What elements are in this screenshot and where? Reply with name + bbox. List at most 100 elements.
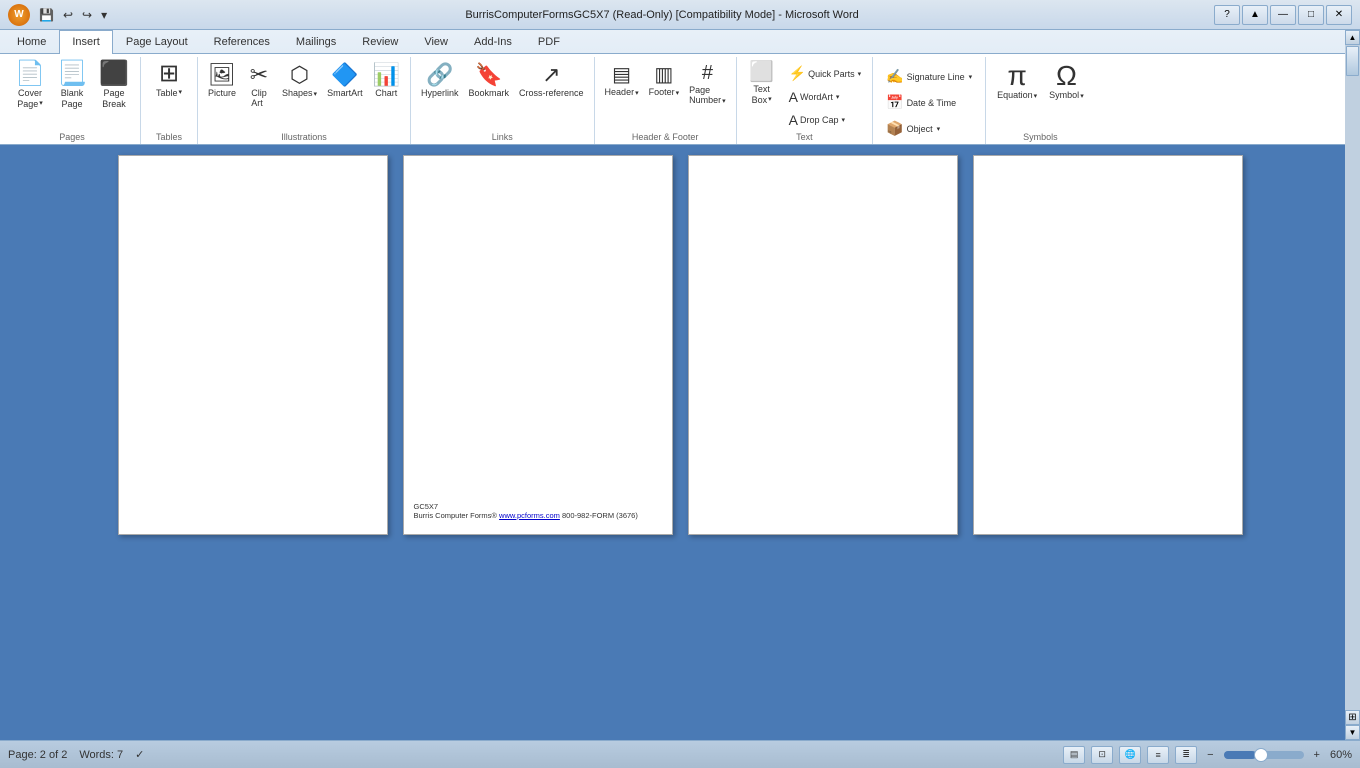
minimize-window-button[interactable]: —: [1270, 5, 1296, 25]
page-4: [973, 155, 1243, 535]
footer-line2: Burris Computer Forms® www.pcforms.com 8…: [414, 511, 638, 520]
bookmark-icon: 🔖: [475, 62, 502, 88]
zoom-plus-button[interactable]: +: [1314, 749, 1320, 761]
symbol-icon: Ω: [1056, 62, 1077, 90]
help-button[interactable]: ?: [1214, 5, 1240, 25]
object-icon: 📦: [886, 120, 903, 137]
tab-view[interactable]: View: [411, 30, 461, 53]
symbols-group: π Equation▾ Ω Symbol▾ Symbols: [986, 57, 1095, 144]
ribbon: Home Insert Page Layout References Maili…: [0, 30, 1360, 145]
symbol-button[interactable]: Ω Symbol▾: [1044, 59, 1089, 103]
equation-icon: π: [1007, 62, 1026, 90]
zoom-minus-button[interactable]: −: [1207, 749, 1213, 761]
signature-line-button[interactable]: ✍ Signature Line▾: [879, 65, 979, 88]
wordart-icon: A: [789, 89, 798, 105]
text-box-button[interactable]: ⬜ TextBox▾: [743, 59, 781, 109]
vertical-scrollbar[interactable]: ▲ ⊞ ▼: [1345, 30, 1360, 740]
smartart-icon: 🔷: [331, 62, 358, 88]
print-layout-view-button[interactable]: ▤: [1063, 746, 1085, 764]
scroll-resize-grip[interactable]: ⊞: [1345, 710, 1360, 725]
redo-button[interactable]: ↪: [79, 7, 95, 23]
tab-review[interactable]: Review: [349, 30, 411, 53]
object-button[interactable]: 📦 Object▾: [879, 117, 947, 140]
header-button[interactable]: ▤ Header▾: [601, 59, 643, 100]
quick-parts-button[interactable]: ⚡Quick Parts▾: [784, 63, 866, 84]
signature-group: ✍ Signature Line▾ 📅 Date & Time 📦 Object…: [873, 57, 986, 144]
text-group: ⬜ TextBox▾ ⚡Quick Parts▾ AWordArt▾ ADrop…: [737, 57, 873, 144]
scroll-track[interactable]: [1345, 45, 1360, 710]
hyperlink-icon: 🔗: [426, 62, 453, 88]
tab-insert[interactable]: Insert: [59, 30, 113, 54]
drop-cap-button[interactable]: ADrop Cap▾: [784, 110, 866, 130]
full-screen-view-button[interactable]: ⊡: [1091, 746, 1113, 764]
hyperlink-button[interactable]: 🔗 Hyperlink: [417, 59, 463, 101]
spell-check-icon[interactable]: ✓: [135, 748, 144, 761]
clip-art-icon: ✂: [250, 62, 268, 88]
drop-cap-icon: A: [789, 112, 798, 128]
picture-button[interactable]: 🖼 Picture: [204, 59, 240, 101]
tab-page-layout[interactable]: Page Layout: [113, 30, 201, 53]
scroll-thumb[interactable]: [1346, 46, 1359, 76]
web-layout-view-button[interactable]: 🌐: [1119, 746, 1141, 764]
clip-art-button[interactable]: ✂ ClipArt: [242, 59, 276, 111]
draft-view-button[interactable]: ≣: [1175, 746, 1197, 764]
pages-group-label: Pages: [10, 132, 134, 142]
illustrations-group-label: Illustrations: [204, 132, 404, 142]
scroll-down-button[interactable]: ▼: [1345, 725, 1360, 740]
smartart-button[interactable]: 🔷 SmartArt: [323, 59, 367, 101]
tables-group: ⊞ Table▾ Tables: [141, 57, 198, 144]
ribbon-content: 📄 CoverPage▾ 📃 BlankPage ⬛ PageBreak Pag…: [0, 54, 1360, 144]
symbols-group-label: Symbols: [992, 132, 1089, 142]
tab-home[interactable]: Home: [4, 30, 59, 53]
header-footer-group: ▤ Header▾ ▥ Footer▾ # PageNumber▾ Header…: [595, 57, 737, 144]
quick-access-toolbar: 💾 ↩ ↪ ▾: [36, 7, 110, 23]
zoom-slider[interactable]: [1224, 751, 1304, 759]
cross-reference-button[interactable]: ↗ Cross-reference: [515, 59, 588, 101]
page-break-button[interactable]: ⬛ PageBreak: [94, 59, 134, 113]
tab-add-ins[interactable]: Add-Ins: [461, 30, 525, 53]
illustrations-group: 🖼 Picture ✂ ClipArt ⬡ Shapes▾ 🔷 SmartArt…: [198, 57, 411, 144]
bookmark-button[interactable]: 🔖 Bookmark: [465, 59, 514, 101]
save-button[interactable]: 💾: [36, 7, 57, 23]
ribbon-tabs: Home Insert Page Layout References Maili…: [0, 30, 1360, 54]
outline-view-button[interactable]: ≡: [1147, 746, 1169, 764]
chart-button[interactable]: 📊 Chart: [369, 59, 404, 101]
scroll-up-button[interactable]: ▲: [1345, 30, 1360, 45]
quick-parts-icon: ⚡: [789, 65, 806, 82]
tab-mailings[interactable]: Mailings: [283, 30, 349, 53]
cross-reference-icon: ↗: [542, 62, 560, 88]
signature-line-icon: ✍: [886, 68, 903, 85]
page-number-button[interactable]: # PageNumber▾: [685, 59, 730, 108]
picture-icon: 🖼: [208, 62, 236, 88]
cover-page-icon: 📄: [15, 62, 45, 86]
pages-group: 📄 CoverPage▾ 📃 BlankPage ⬛ PageBreak Pag…: [4, 57, 141, 144]
zoom-level: 60%: [1330, 749, 1352, 761]
page-2-content: [404, 156, 672, 176]
undo-button[interactable]: ↩: [60, 7, 76, 23]
ribbon-minimize-button[interactable]: ▲: [1242, 5, 1268, 25]
maximize-window-button[interactable]: □: [1298, 5, 1324, 25]
status-bar: Page: 2 of 2 Words: 7 ✓ ▤ ⊡ 🌐 ≡ ≣ − + 60…: [0, 740, 1360, 768]
tab-references[interactable]: References: [201, 30, 283, 53]
page-1: [118, 155, 388, 535]
date-time-icon: 📅: [886, 94, 903, 111]
date-time-button[interactable]: 📅 Date & Time: [879, 91, 963, 114]
office-logo[interactable]: W: [8, 4, 30, 26]
blank-page-button[interactable]: 📃 BlankPage: [52, 59, 92, 113]
page-2: GC5X7 Burris Computer Forms® www.pcforms…: [403, 155, 673, 535]
equation-button[interactable]: π Equation▾: [992, 59, 1042, 103]
close-window-button[interactable]: ✕: [1326, 5, 1352, 25]
footer-button[interactable]: ▥ Footer▾: [645, 59, 684, 100]
shapes-icon: ⬡: [290, 62, 309, 88]
table-button[interactable]: ⊞ Table▾: [147, 59, 191, 102]
wordart-button[interactable]: AWordArt▾: [784, 87, 866, 107]
cover-page-button[interactable]: 📄 CoverPage▾: [10, 59, 50, 113]
header-icon: ▤: [612, 62, 631, 87]
links-group-label: Links: [417, 132, 588, 142]
window-title: BurrisComputerFormsGC5X7 (Read-Only) [Co…: [110, 9, 1214, 21]
footer-icon: ▥: [654, 62, 673, 87]
footer-line1: GC5X7: [414, 502, 638, 511]
quick-access-dropdown[interactable]: ▾: [98, 7, 110, 23]
tab-pdf[interactable]: PDF: [525, 30, 573, 53]
shapes-button[interactable]: ⬡ Shapes▾: [278, 59, 321, 101]
